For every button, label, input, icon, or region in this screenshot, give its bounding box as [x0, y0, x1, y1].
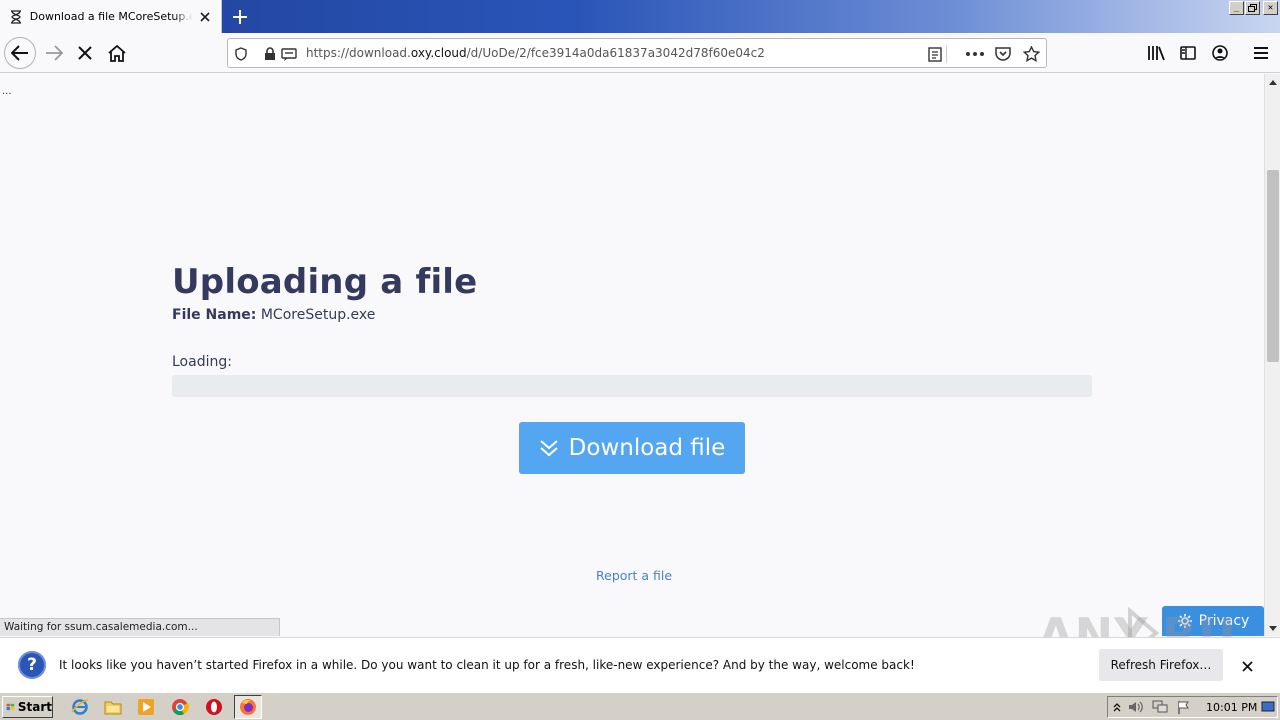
reader-view-icon[interactable]: [926, 45, 944, 63]
notification-bar: ? It looks like you haven’t started Fire…: [0, 637, 1280, 692]
upload-progress-bar: [172, 375, 1092, 397]
restore-button[interactable]: [1245, 1, 1260, 15]
account-icon: [1212, 45, 1228, 61]
close-tab-icon[interactable]: [197, 9, 213, 25]
file-name-value: MCoreSetup.exe: [260, 307, 376, 323]
tab-title: Download a file MCoreSetup.exe on OXY.CL…: [29, 10, 194, 23]
url-domain: oxy.cloud: [410, 46, 467, 60]
pocket-icon[interactable]: [994, 45, 1012, 63]
sidebar-button[interactable]: [1172, 37, 1204, 69]
volume-icon[interactable]: [1128, 699, 1144, 715]
start-label: Start: [17, 700, 52, 714]
url-prefix: https://download.: [306, 46, 411, 60]
download-file-button[interactable]: Download file: [519, 422, 745, 474]
back-button[interactable]: [4, 37, 36, 69]
opera-icon[interactable]: [203, 697, 225, 717]
url-divider: [946, 45, 947, 63]
permissions-icon[interactable]: [280, 45, 298, 63]
page-content: ... Uploading a file File Name: MCoreSet…: [0, 74, 1264, 636]
stop-x-icon: [78, 46, 92, 60]
shield-icon[interactable]: [232, 45, 250, 63]
refresh-firefox-button[interactable]: Refresh Firefox…: [1099, 649, 1223, 681]
library-icon: [1148, 46, 1165, 61]
home-icon: [108, 44, 126, 62]
start-button[interactable]: Start: [2, 696, 53, 718]
page-title: Uploading a file: [172, 262, 478, 302]
home-button[interactable]: [101, 37, 133, 69]
navigation-toolbar: https://download.oxy.cloud/d/UoDe/2/fce3…: [0, 33, 1280, 73]
close-notification-icon[interactable]: [1238, 657, 1256, 675]
address-bar[interactable]: https://download.oxy.cloud/d/UoDe/2/fce3…: [227, 38, 1047, 68]
arrow-left-icon: [11, 45, 28, 61]
hamburger-icon: [1254, 47, 1268, 59]
vertical-scrollbar[interactable]: [1264, 74, 1280, 636]
stop-button[interactable]: [69, 37, 101, 69]
double-chevron-down-icon: [539, 438, 559, 458]
report-file-link[interactable]: Report a file: [596, 568, 672, 583]
forward-button[interactable]: [38, 37, 70, 69]
status-bar-text: Waiting for ssum.casalemedia.com...: [0, 618, 280, 636]
loading-label: Loading:: [172, 354, 232, 370]
explorer-icon[interactable]: [102, 697, 124, 717]
account-button[interactable]: [1204, 37, 1236, 69]
loading-ellipsis: ...: [2, 86, 12, 97]
ie-icon[interactable]: [69, 697, 91, 717]
library-button[interactable]: [1140, 37, 1172, 69]
url-path: /d/UoDe/2/fce3914a0da61837a3042d78f60e04…: [466, 46, 765, 60]
url-text[interactable]: https://download.oxy.cloud/d/UoDe/2/fce3…: [306, 46, 765, 60]
download-file-label: Download file: [568, 435, 726, 461]
tab-active[interactable]: Download a file MCoreSetup.exe on OXY.CL…: [0, 0, 222, 33]
scrollbar-thumb[interactable]: [1267, 170, 1279, 362]
plus-icon: [233, 10, 247, 24]
arrow-right-icon: [46, 45, 63, 61]
lock-icon[interactable]: [261, 45, 279, 63]
scroll-down-icon[interactable]: [1265, 620, 1280, 636]
bookmark-star-icon[interactable]: [1022, 45, 1040, 63]
scroll-up-icon[interactable]: [1265, 74, 1280, 90]
menu-button[interactable]: [1245, 37, 1277, 69]
sidebar-icon: [1180, 46, 1196, 60]
question-icon: ?: [18, 651, 46, 679]
hourglass-icon: [8, 9, 24, 25]
tray-expand-icon[interactable]: [1109, 699, 1125, 715]
new-tab-button[interactable]: [228, 5, 252, 29]
gear-icon: [1177, 614, 1192, 628]
file-name-row: File Name: MCoreSetup.exe: [172, 307, 375, 323]
windows-logo-icon: [6, 703, 15, 711]
action-center-flag-icon[interactable]: [1176, 699, 1192, 715]
firefox-icon: [239, 698, 257, 716]
chrome-icon[interactable]: [169, 697, 191, 717]
minimize-button[interactable]: _: [1229, 1, 1244, 15]
file-name-label: File Name:: [172, 307, 257, 323]
tab-strip: Download a file MCoreSetup.exe on OXY.CL…: [0, 0, 1280, 33]
show-desktop-icon[interactable]: [1260, 699, 1276, 715]
firefox-taskbar-button[interactable]: [234, 695, 262, 719]
more-actions-icon[interactable]: [966, 45, 984, 63]
clock: 10:01 PM: [1206, 701, 1258, 714]
privacy-label: Privacy: [1198, 613, 1250, 629]
media-player-icon[interactable]: [135, 697, 157, 717]
taskbar: Start 10:01 PM: [0, 692, 1280, 720]
notification-message: It looks like you haven’t started Firefo…: [59, 658, 915, 672]
close-window-button[interactable]: ✕: [1263, 1, 1278, 15]
network-icon[interactable]: [1152, 699, 1168, 715]
privacy-button[interactable]: Privacy: [1162, 606, 1264, 636]
